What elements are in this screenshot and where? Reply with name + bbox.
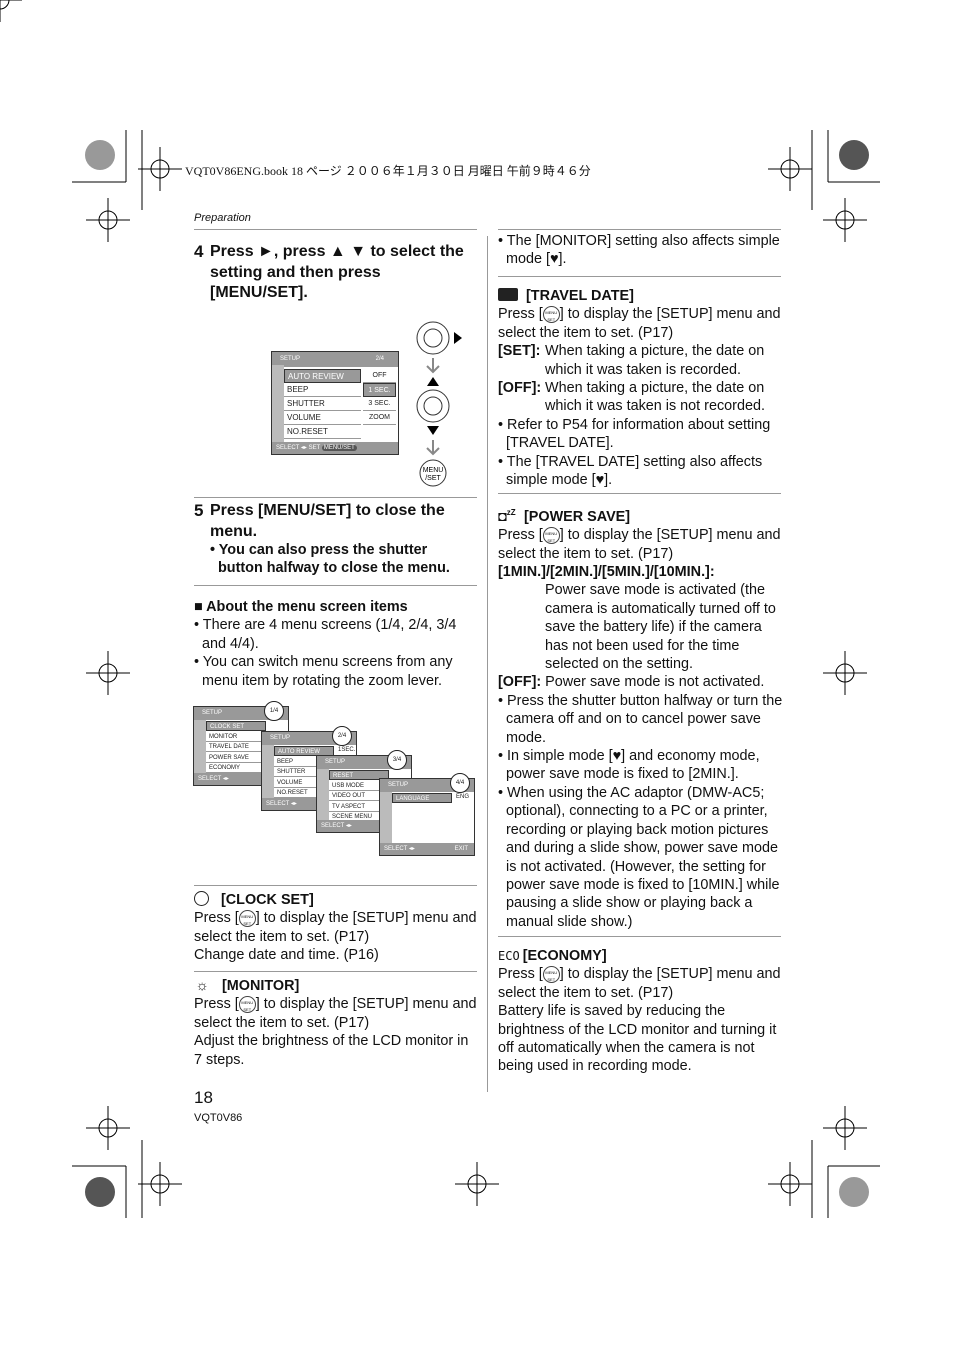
menu-item: BEEP: [284, 383, 361, 397]
menu-item: VOLUME: [284, 411, 361, 425]
menu-screen-4: SETUP LANGUAGE ENG SELECT ◂▸ EXIT 4/4: [379, 773, 475, 856]
menu-item: ECONOMY: [206, 763, 266, 773]
monitor-note: • The [MONITOR] setting also affects sim…: [498, 233, 780, 268]
item-value: ENG: [456, 794, 470, 800]
right-arrow-icon: [454, 332, 462, 344]
clock-icon: [194, 891, 209, 906]
page-indicator: 2/4: [332, 726, 352, 746]
heart-icon: ♥: [550, 251, 559, 268]
clock-set-section: [CLOCK SET] Press [MENU SET] to display t…: [194, 891, 477, 964]
print-header: VQT0V86ENG.book 18 ページ ２００６年１月３０日 月曜日 午前…: [185, 164, 591, 178]
model-code: VQT0V86: [194, 1112, 243, 1124]
menu-screen: SETUP 2/4 AUTO REVIEW BEEP SHUTTER VOLUME NO.…: [271, 351, 399, 455]
menu-set-icon: MENU SET: [542, 306, 560, 324]
page-indicator: 3/4: [387, 750, 407, 770]
section-label: Preparation: [194, 212, 251, 224]
menu-item: AUTO REVIEW: [284, 369, 361, 383]
menu-set-icon: MENU SET: [238, 910, 256, 928]
menu-option: 3 SEC.: [363, 397, 396, 411]
navigation-instructions: MENU/SET: [416, 321, 462, 487]
menu-set-icon: MENU SET: [238, 996, 256, 1014]
item-value: 1SEC.: [338, 747, 356, 753]
step-4: 4 Press ►, press ▲ ▼ to select the setti…: [194, 242, 464, 301]
menu-option: 1 SEC.: [363, 383, 396, 397]
menu-item: MONITOR: [206, 732, 266, 742]
sun-icon: ☼: [195, 978, 209, 994]
menu-item: POWER SAVE: [206, 753, 266, 763]
menu-item: NO.RESET: [284, 425, 361, 439]
menu-set-icon: MENU SET: [542, 526, 560, 544]
menu-item: TRAVEL DATE: [206, 742, 266, 752]
step-5-note: • You can also press the shutter button …: [210, 542, 450, 577]
menu-item: LANGUAGE: [392, 793, 452, 803]
page-indicator: 4/4: [450, 773, 470, 793]
economy-section: ECO [ECONOMY] Press [MENU SET] to display …: [498, 948, 781, 1075]
heart-icon: ♥: [595, 472, 605, 489]
about-menu-items: ■ About the menu screen items • There ar…: [194, 599, 457, 689]
page-indicator: 1/4: [264, 701, 284, 721]
eco-icon: ECO: [498, 949, 520, 963]
svg-text:/SET: /SET: [425, 475, 441, 482]
page-number: 18: [194, 1088, 213, 1107]
menu-option: OFF: [363, 369, 396, 383]
travel-date-section: [TRAVEL DATE] Press [MENU SET] to display…: [498, 288, 781, 489]
monitor-section: ☼ [MONITOR] Press [MENU SET] to display th…: [194, 978, 477, 1068]
menu-item: CLOCK SET: [206, 721, 266, 731]
menu-set-icon: MENU SET: [542, 966, 560, 984]
heart-icon: ♥: [612, 748, 622, 765]
menu-item: SHUTTER: [284, 397, 361, 411]
menu-option: ZOOM: [363, 411, 396, 425]
camera-sleep-icon: ◘zZ: [498, 508, 516, 525]
power-save-section: ◘zZ [POWER SAVE] Press [MENU SET] to displ…: [498, 504, 783, 931]
svg-text:MENU: MENU: [423, 467, 444, 474]
suitcase-icon: [498, 288, 518, 301]
step-5: 5 Press [MENU/SET] to close the menu.: [194, 501, 445, 540]
crop-marks: [0, 0, 880, 1218]
